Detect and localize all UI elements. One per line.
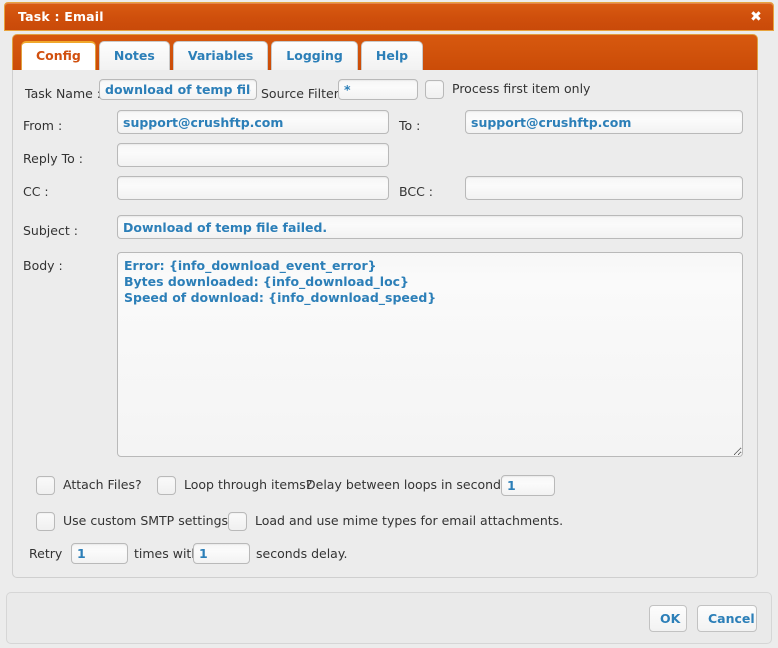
retry-suffix-label: seconds delay. — [256, 546, 348, 561]
cc-input[interactable] — [117, 176, 389, 200]
tab-variables[interactable]: Variables — [172, 41, 269, 72]
from-input[interactable] — [117, 110, 389, 134]
to-label: To : — [399, 118, 421, 133]
source-filter-input[interactable] — [338, 79, 418, 100]
subject-label: Subject : — [23, 223, 78, 238]
cc-label: CC : — [23, 184, 49, 199]
load-mime-types-checkbox[interactable] — [228, 512, 247, 531]
tab-label: Logging — [286, 48, 343, 63]
bcc-label: BCC : — [399, 184, 433, 199]
config-panel: Task Name : Source Filter : Process firs… — [12, 70, 758, 578]
window-title: Task : Email — [18, 9, 104, 24]
use-custom-smtp-checkbox[interactable] — [36, 512, 55, 531]
tab-label: Help — [375, 48, 409, 63]
from-label: From : — [23, 118, 63, 133]
task-name-label: Task Name : — [25, 86, 102, 101]
reply-to-label: Reply To : — [23, 151, 83, 166]
ok-button[interactable]: OK — [649, 605, 687, 632]
source-filter-label: Source Filter : — [261, 86, 348, 101]
tab-config[interactable]: Config — [21, 41, 96, 72]
email-task-dialog: Task : Email ✖ Config Notes Variables Loggi… — [0, 0, 778, 648]
tab-notes[interactable]: Notes — [98, 41, 170, 72]
body-textarea[interactable]: Error: {info_download_event_error} Bytes… — [117, 252, 743, 457]
tab-label: Config — [36, 48, 81, 63]
loop-through-items-checkbox[interactable] — [157, 476, 176, 495]
attach-files-label: Attach Files? — [63, 477, 142, 492]
tab-help[interactable]: Help — [360, 41, 424, 72]
to-input[interactable] — [465, 110, 743, 134]
body-label: Body : — [23, 258, 63, 273]
retry-delay-input[interactable] — [193, 543, 250, 564]
delay-between-loops-input[interactable] — [501, 475, 555, 496]
load-mime-types-label: Load and use mime types for email attach… — [255, 513, 564, 528]
subject-input[interactable] — [117, 215, 743, 239]
retry-middle-label: times with — [134, 546, 200, 561]
tab-logging[interactable]: Logging — [271, 41, 358, 72]
close-icon[interactable]: ✖ — [748, 9, 764, 25]
dialog-footer: OK Cancel — [6, 592, 772, 644]
process-first-item-checkbox[interactable] — [425, 80, 444, 99]
title-bar: Task : Email ✖ — [4, 2, 774, 31]
tab-label: Variables — [187, 48, 254, 63]
reply-to-input[interactable] — [117, 143, 389, 167]
tab-label: Notes — [113, 48, 155, 63]
attach-files-checkbox[interactable] — [36, 476, 55, 495]
tab-bar: Config Notes Variables Logging Help — [12, 34, 758, 72]
process-first-item-label: Process first item only — [452, 81, 591, 96]
retry-prefix-label: Retry — [29, 546, 63, 561]
loop-through-items-label: Loop through items? — [184, 477, 313, 492]
cancel-button[interactable]: Cancel — [697, 605, 757, 632]
bcc-input[interactable] — [465, 176, 743, 200]
delay-between-loops-label: Delay between loops in seconds : — [306, 477, 516, 492]
task-name-input[interactable] — [99, 79, 257, 100]
use-custom-smtp-label: Use custom SMTP settings — [63, 513, 229, 528]
retry-count-input[interactable] — [71, 543, 128, 564]
